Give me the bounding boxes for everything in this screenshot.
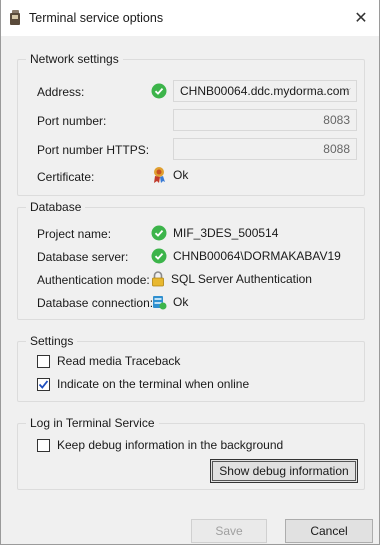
read-media-traceback-option[interactable]: Read media Traceback bbox=[37, 354, 180, 368]
cancel-button[interactable]: Cancel bbox=[285, 519, 373, 543]
indicate-online-checkbox[interactable] bbox=[37, 377, 50, 391]
keep-debug-option[interactable]: Keep debug information in the background bbox=[37, 438, 283, 452]
address-ok-icon bbox=[151, 83, 167, 102]
database-server-status: CHNB00064\DORMAKABAV19 bbox=[151, 248, 341, 264]
database-legend: Database bbox=[30, 200, 82, 214]
certificate-icon bbox=[151, 166, 167, 184]
chevron-down-icon: ⌵ bbox=[343, 84, 351, 95]
db-connection-value: Ok bbox=[173, 295, 189, 309]
network-settings-legend: Network settings bbox=[30, 52, 119, 66]
ok-check-icon bbox=[151, 225, 167, 241]
show-debug-button[interactable]: Show debug information bbox=[210, 459, 358, 483]
auth-mode-value: SQL Server Authentication bbox=[171, 272, 312, 286]
dialog-window: Terminal service options ✕ Network setti… bbox=[0, 0, 380, 545]
window-title: Terminal service options bbox=[29, 11, 164, 25]
project-name-status: MIF_3DES_500514 bbox=[151, 225, 278, 241]
keep-debug-label: Keep debug information in the background bbox=[57, 438, 284, 452]
title-bar: Terminal service options ✕ bbox=[1, 0, 379, 36]
project-name-value: MIF_3DES_500514 bbox=[173, 226, 279, 240]
close-icon[interactable]: ✕ bbox=[349, 6, 373, 30]
auth-mode-status: SQL Server Authentication bbox=[151, 271, 312, 287]
address-label: Address: bbox=[37, 85, 85, 99]
read-media-label: Read media Traceback bbox=[57, 354, 181, 368]
database-icon bbox=[151, 294, 167, 310]
address-select-value: CHNB00064.ddc.mydorma.com bbox=[180, 84, 350, 98]
indicate-online-label: Indicate on the terminal when online bbox=[57, 377, 250, 391]
lock-icon bbox=[151, 271, 165, 287]
settings-legend: Settings bbox=[30, 334, 74, 348]
checkmark-icon bbox=[38, 379, 49, 389]
database-server-value: CHNB00064\DORMAKABAV19 bbox=[173, 249, 341, 263]
log-legend: Log in Terminal Service bbox=[30, 416, 155, 430]
certificate-label: Certificate: bbox=[37, 170, 95, 184]
db-connection-label: Database connection: bbox=[37, 296, 154, 310]
save-button[interactable]: Save bbox=[191, 519, 267, 543]
certificate-status: Ok bbox=[151, 166, 188, 184]
terminal-app-icon bbox=[9, 10, 23, 26]
port-input[interactable]: 8083 bbox=[173, 109, 357, 131]
database-server-label: Database server: bbox=[37, 250, 129, 264]
db-connection-status: Ok bbox=[151, 294, 188, 310]
ok-check-icon bbox=[151, 248, 167, 264]
certificate-value: Ok bbox=[173, 168, 189, 182]
port-https-label: Port number HTTPS: bbox=[37, 143, 150, 157]
read-media-checkbox[interactable] bbox=[37, 354, 50, 368]
auth-mode-label: Authentication mode: bbox=[37, 273, 150, 287]
port-label: Port number: bbox=[37, 114, 107, 128]
indicate-online-option[interactable]: Indicate on the terminal when online bbox=[37, 377, 249, 391]
settings-group: Settings bbox=[17, 334, 365, 402]
project-name-label: Project name: bbox=[37, 227, 112, 241]
port-https-input[interactable]: 8088 bbox=[173, 138, 357, 160]
address-select[interactable]: CHNB00064.ddc.mydorma.com ⌵ bbox=[173, 80, 357, 102]
keep-debug-checkbox[interactable] bbox=[37, 438, 50, 452]
